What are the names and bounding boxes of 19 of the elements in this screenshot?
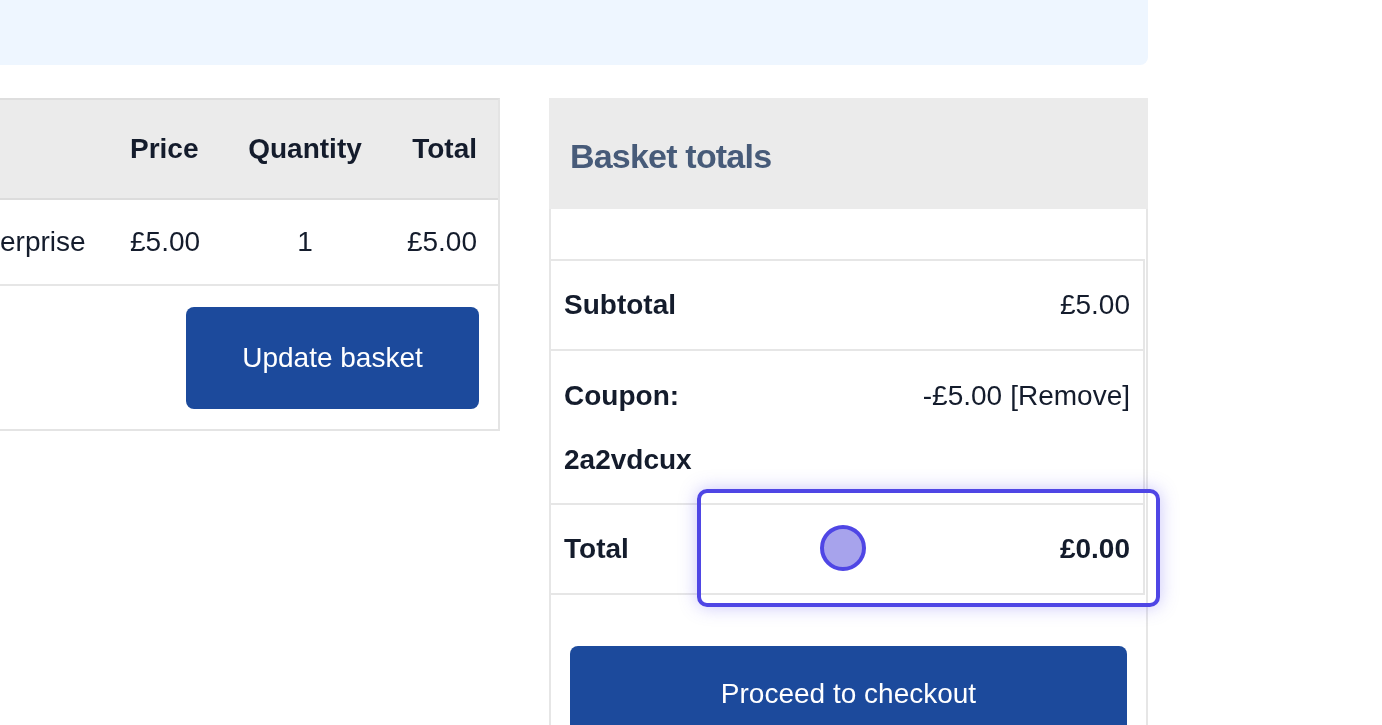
discount-value: -£5.00 [922,379,1003,413]
column-header: Total [411,133,478,165]
total-value: £0.00 [1059,532,1130,566]
total-label: Total [564,532,629,566]
remove-coupon-link[interactable]: [Remove] [1010,364,1130,428]
click-marker-icon [820,525,866,571]
coupon-label: Coupon: [564,379,680,413]
product-name-cell-text: erprise [0,226,87,258]
column-header: Price [129,133,200,165]
price-cell-text: £5.00 [129,226,202,258]
line-total-cell-text: £5.00 [405,226,478,258]
subtotal-value: £5.00 [1059,288,1130,322]
basket-totals-title: Basket totals [570,137,772,176]
quantity-cell-text: 1 [296,226,314,258]
update-basket-button[interactable]: Update basket [186,307,479,409]
column-header: Quantity [247,133,363,165]
subtotal-label: Subtotal [564,288,676,322]
checkout-button[interactable]: Proceed to checkout [570,646,1127,725]
coupon-code: 2a2vdcux [564,443,692,477]
